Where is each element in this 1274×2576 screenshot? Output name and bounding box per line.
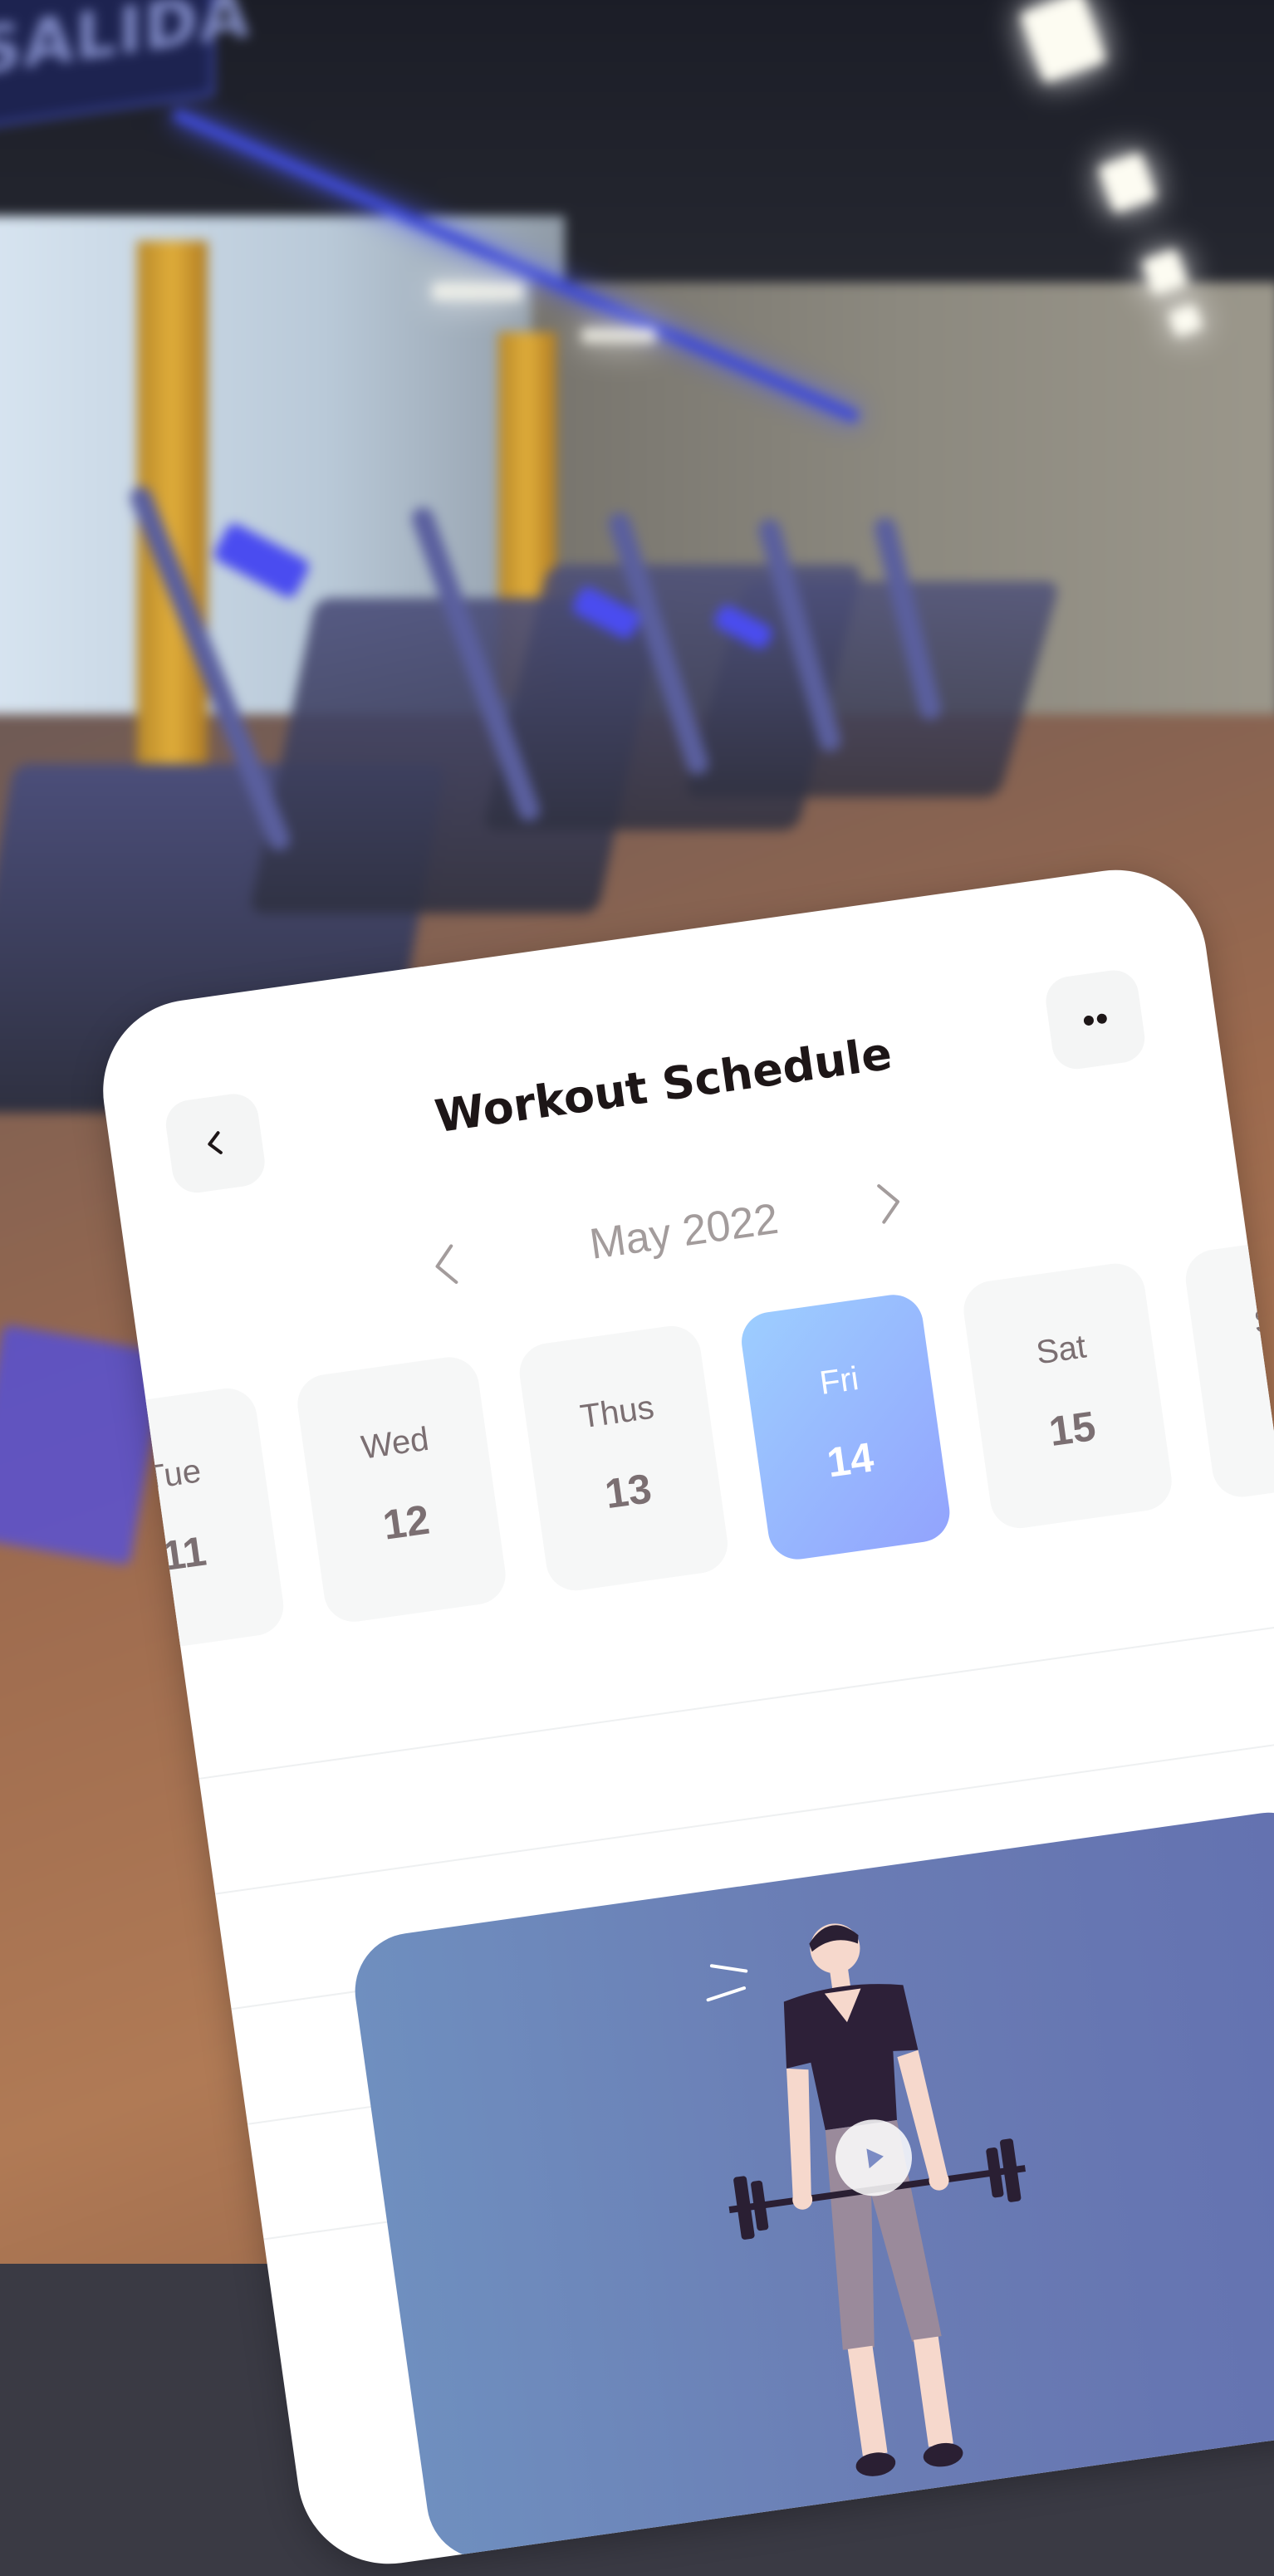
day-card-sat[interactable]: Sat 15 <box>959 1260 1176 1532</box>
day-card-fri-selected[interactable]: Fri 14 <box>737 1290 954 1564</box>
weightlifter-illustration <box>706 1923 1027 2476</box>
ceiling-light <box>432 282 523 301</box>
day-name: Wed <box>359 1420 432 1467</box>
workout-schedule-screen: Workout Schedule May 2022 Tue 11 Wed 12 … <box>91 858 1274 2576</box>
timeline-divider <box>198 1623 1274 1780</box>
day-name: Fri <box>817 1359 861 1403</box>
day-card-wed[interactable]: Wed 12 <box>293 1353 510 1626</box>
workout-video-card[interactable] <box>347 1805 1274 2567</box>
next-month-button[interactable] <box>852 1165 927 1240</box>
day-number: 12 <box>380 1496 433 1549</box>
chevron-right-icon <box>877 1184 900 1224</box>
play-icon <box>866 2148 884 2169</box>
day-number: 16 <box>1201 1361 1274 1434</box>
more-dots-icon <box>1083 1013 1107 1026</box>
day-number: 15 <box>1046 1402 1099 1456</box>
day-name: Thus <box>577 1388 657 1436</box>
day-number: 13 <box>601 1465 654 1518</box>
more-options-button[interactable] <box>1042 967 1149 1073</box>
day-name: Sat <box>1033 1328 1089 1372</box>
ceiling-light <box>581 328 656 343</box>
day-card-thu[interactable]: Thus 13 <box>516 1322 732 1594</box>
day-number: 14 <box>824 1433 877 1486</box>
